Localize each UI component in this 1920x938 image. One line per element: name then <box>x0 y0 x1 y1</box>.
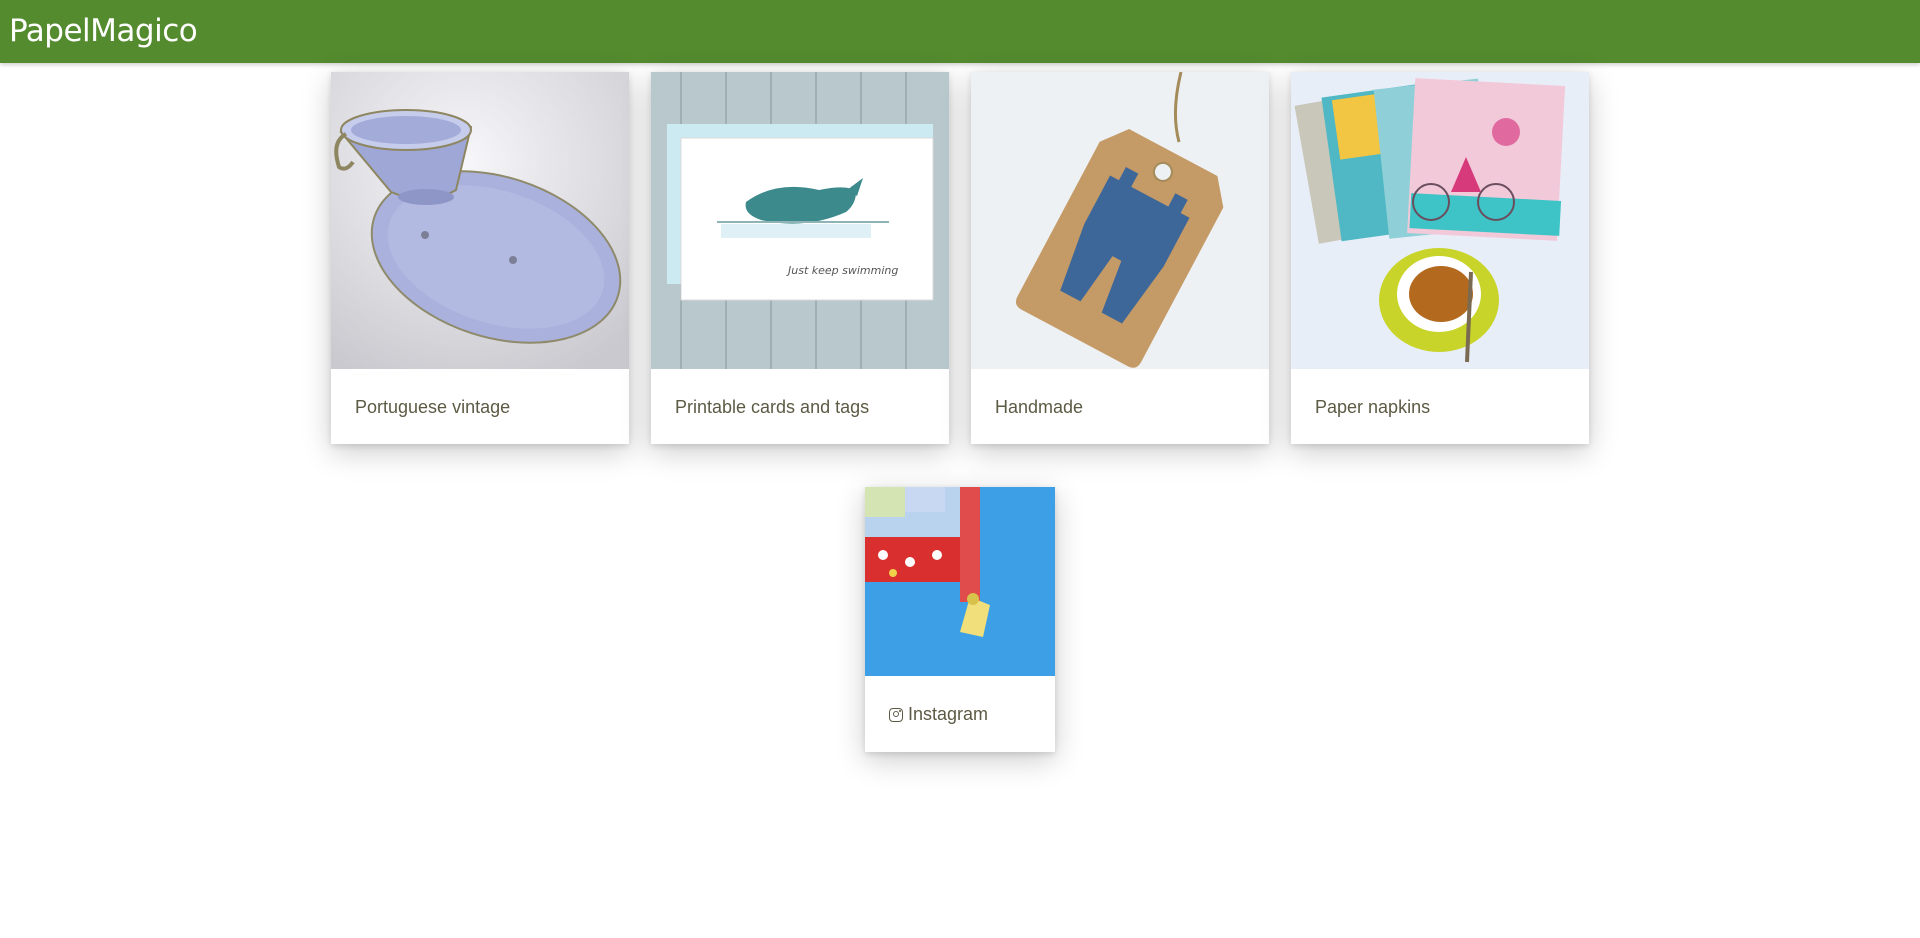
handmade-image <box>971 72 1269 369</box>
category-card-paper-napkins[interactable]: Paper napkins <box>1291 72 1589 444</box>
category-card-handmade[interactable]: Handmade <box>971 72 1269 444</box>
card-label: Handmade <box>995 397 1084 417</box>
instagram-card[interactable]: Instagram <box>865 487 1055 752</box>
instagram-label: Instagram <box>908 704 989 724</box>
card-label: Paper napkins <box>1315 397 1431 417</box>
portuguese-vintage-image <box>331 72 629 369</box>
instagram-image <box>865 487 1055 676</box>
brand-logo[interactable]: PapelMagico <box>9 13 198 49</box>
category-card-printable-cards[interactable]: Just keep swimming Printable cards and t… <box>651 72 949 444</box>
instagram-icon <box>889 707 903 722</box>
printable-cards-image: Just keep swimming <box>651 72 949 369</box>
card-label: Printable cards and tags <box>675 397 870 417</box>
card-label: Portuguese vintage <box>355 397 511 417</box>
paper-napkins-image <box>1291 72 1589 369</box>
card-image-caption: Just keep swimming <box>786 264 898 277</box>
category-card-portuguese-vintage[interactable]: Portuguese vintage <box>331 72 629 444</box>
top-navbar: PapelMagico <box>0 0 1920 63</box>
instagram-label-row: Instagram <box>889 704 988 725</box>
